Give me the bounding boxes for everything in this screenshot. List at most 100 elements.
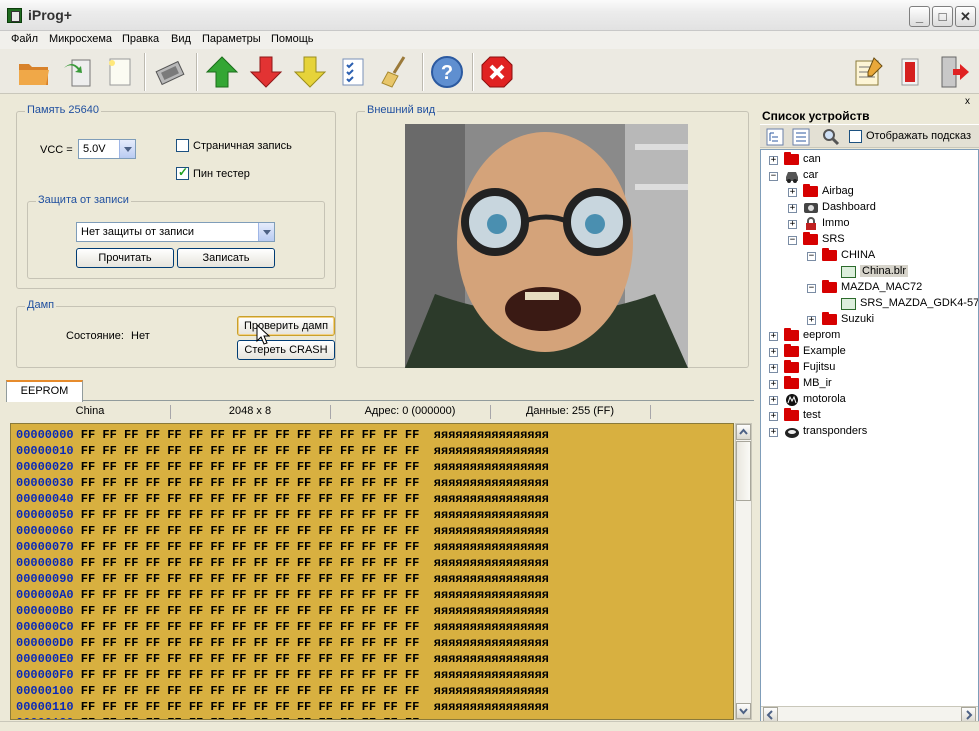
tree-view-icon[interactable] [766,128,784,146]
hex-view[interactable]: 00000000 FF FF FF FF FF FF FF FF FF FF F… [10,423,734,720]
hex-row[interactable]: 00000100 FF FF FF FF FF FF FF FF FF FF F… [16,684,549,700]
open-folder-icon[interactable] [16,54,52,90]
menu-file[interactable]: Файл [11,33,38,45]
tree-node-eeprom[interactable]: + eeprom [761,328,976,344]
hex-row[interactable]: 000000E0 FF FF FF FF FF FF FF FF FF FF F… [16,652,549,668]
save-icon[interactable] [60,54,96,90]
vcc-select[interactable]: 5.0V [78,139,136,159]
menu-view[interactable]: Вид [171,33,191,45]
expand-icon[interactable]: + [807,316,816,325]
expand-icon[interactable]: + [769,412,778,421]
tab-eeprom[interactable]: EEPROM [6,380,83,402]
expand-icon[interactable]: + [788,220,797,229]
search-icon[interactable] [822,128,840,146]
hex-bytes: FF FF FF FF FF FF FF FF FF FF FF FF FF F… [73,620,420,634]
hex-row[interactable]: 00000010 FF FF FF FF FF FF FF FF FF FF F… [16,444,549,460]
menu-chip[interactable]: Микросхема [49,33,112,45]
collapse-icon[interactable]: − [807,252,816,261]
menu-help[interactable]: Помощь [271,33,314,45]
hex-ascii: яяяяяяяяяяяяяяяя [419,652,549,666]
tree-node-mb-ir[interactable]: + MB_ir [761,376,976,392]
write-button[interactable]: Записать [177,248,275,268]
hex-vertical-scrollbar[interactable] [735,423,752,720]
hex-row[interactable]: 00000110 FF FF FF FF FF FF FF FF FF FF F… [16,700,549,716]
read-button[interactable]: Прочитать [76,248,174,268]
exit-door-icon[interactable] [936,54,972,90]
hex-row[interactable]: 00000050 FF FF FF FF FF FF FF FF FF FF F… [16,508,549,524]
help-icon[interactable]: ? [429,54,465,90]
tree-node-fujitsu[interactable]: + Fujitsu [761,360,976,376]
tree-node-can[interactable]: + can [761,152,976,168]
hex-bytes: FF FF FF FF FF FF FF FF FF FF FF FF FF F… [73,428,420,442]
tree-node-test[interactable]: + test [761,408,976,424]
pane-close-button[interactable]: x [965,96,970,107]
title-bar[interactable]: iProg+ _ □ ✕ [0,0,979,31]
expand-icon[interactable]: + [769,156,778,165]
collapse-icon[interactable]: − [769,172,778,181]
protection-select[interactable]: Нет защиты от записи [76,222,275,242]
device-tree[interactable]: + can − car + Airbag + Dashboard + Immo − SRS − CHINA… [760,149,979,726]
hex-row[interactable]: 00000120 FF FF FF FF FF FF FF FF FF FF F… [16,716,549,719]
expand-icon[interactable]: + [788,204,797,213]
menu-edit[interactable]: Правка [122,33,159,45]
close-button[interactable]: ✕ [955,6,976,27]
maximize-button[interactable]: □ [932,6,953,27]
minimize-button[interactable]: _ [909,6,930,27]
hex-row[interactable]: 00000080 FF FF FF FF FF FF FF FF FF FF F… [16,556,549,572]
hex-row[interactable]: 000000A0 FF FF FF FF FF FF FF FF FF FF F… [16,588,549,604]
collapse-icon[interactable]: − [788,236,797,245]
notepad-icon[interactable] [850,54,886,90]
tree-node-immo[interactable]: + Immo [761,216,976,232]
expand-icon[interactable]: + [788,188,797,197]
page-write-checkbox[interactable] [176,139,189,152]
hex-row[interactable]: 00000020 FF FF FF FF FF FF FF FF FF FF F… [16,460,549,476]
hex-row[interactable]: 00000060 FF FF FF FF FF FF FF FF FF FF F… [16,524,549,540]
arrow-down-red-icon[interactable] [248,54,284,90]
tree-node-airbag[interactable]: + Airbag [761,184,976,200]
tree-node-srs-mazda-gdk4-57[interactable]: SRS_MAZDA_GDK4-57 [761,296,978,312]
check-dump-button[interactable]: Проверить дамп [237,316,335,336]
chip-icon[interactable] [152,54,188,90]
hex-row[interactable]: 000000F0 FF FF FF FF FF FF FF FF FF FF F… [16,668,549,684]
hex-row[interactable]: 000000D0 FF FF FF FF FF FF FF FF FF FF F… [16,636,549,652]
expand-icon[interactable]: + [769,380,778,389]
tree-node-suzuki[interactable]: + Suzuki [761,312,976,328]
scroll-up-button[interactable] [736,424,751,440]
expand-icon[interactable]: + [769,332,778,341]
list-view-icon[interactable] [792,128,810,146]
tree-node-transponders[interactable]: + transponders [761,424,976,440]
book-icon[interactable] [892,54,928,90]
collapse-icon[interactable]: − [807,284,816,293]
expand-icon[interactable]: + [769,348,778,357]
hex-row[interactable]: 00000040 FF FF FF FF FF FF FF FF FF FF F… [16,492,549,508]
tree-node-dashboard[interactable]: + Dashboard [761,200,976,216]
show-hints-checkbox[interactable] [849,130,862,143]
expand-icon[interactable]: + [769,364,778,373]
hex-row[interactable]: 000000C0 FF FF FF FF FF FF FF FF FF FF F… [16,620,549,636]
arrow-up-icon[interactable] [204,54,240,90]
pin-tester-checkbox[interactable] [176,165,189,180]
tree-node-srs[interactable]: − SRS [761,232,976,248]
tree-node-car[interactable]: − car [761,168,976,184]
menu-params[interactable]: Параметры [202,33,261,45]
stop-icon[interactable] [479,54,515,90]
tree-node-motorola[interactable]: + motorola [761,392,976,408]
hex-row[interactable]: 00000090 FF FF FF FF FF FF FF FF FF FF F… [16,572,549,588]
hex-row[interactable]: 00000030 FF FF FF FF FF FF FF FF FF FF F… [16,476,549,492]
hex-row[interactable]: 00000000 FF FF FF FF FF FF FF FF FF FF F… [16,428,549,444]
tree-node-example[interactable]: + Example [761,344,976,360]
erase-crash-button[interactable]: Стереть CRASH [237,340,335,360]
expand-icon[interactable]: + [769,396,778,405]
checklist-icon[interactable] [336,54,372,90]
tree-node-mazda-mac72[interactable]: − MAZDA_MAC72 [761,280,976,296]
tree-node-china[interactable]: − CHINA [761,248,976,264]
arrow-down-yellow-icon[interactable] [292,54,328,90]
new-file-icon[interactable] [102,54,138,90]
hex-row[interactable]: 000000B0 FF FF FF FF FF FF FF FF FF FF F… [16,604,549,620]
scroll-down-button[interactable] [736,703,751,719]
tree-node-china-blr[interactable]: China.blr [761,264,976,280]
broom-icon[interactable] [378,54,414,90]
expand-icon[interactable]: + [769,428,778,437]
scroll-thumb[interactable] [736,441,751,501]
hex-row[interactable]: 00000070 FF FF FF FF FF FF FF FF FF FF F… [16,540,549,556]
